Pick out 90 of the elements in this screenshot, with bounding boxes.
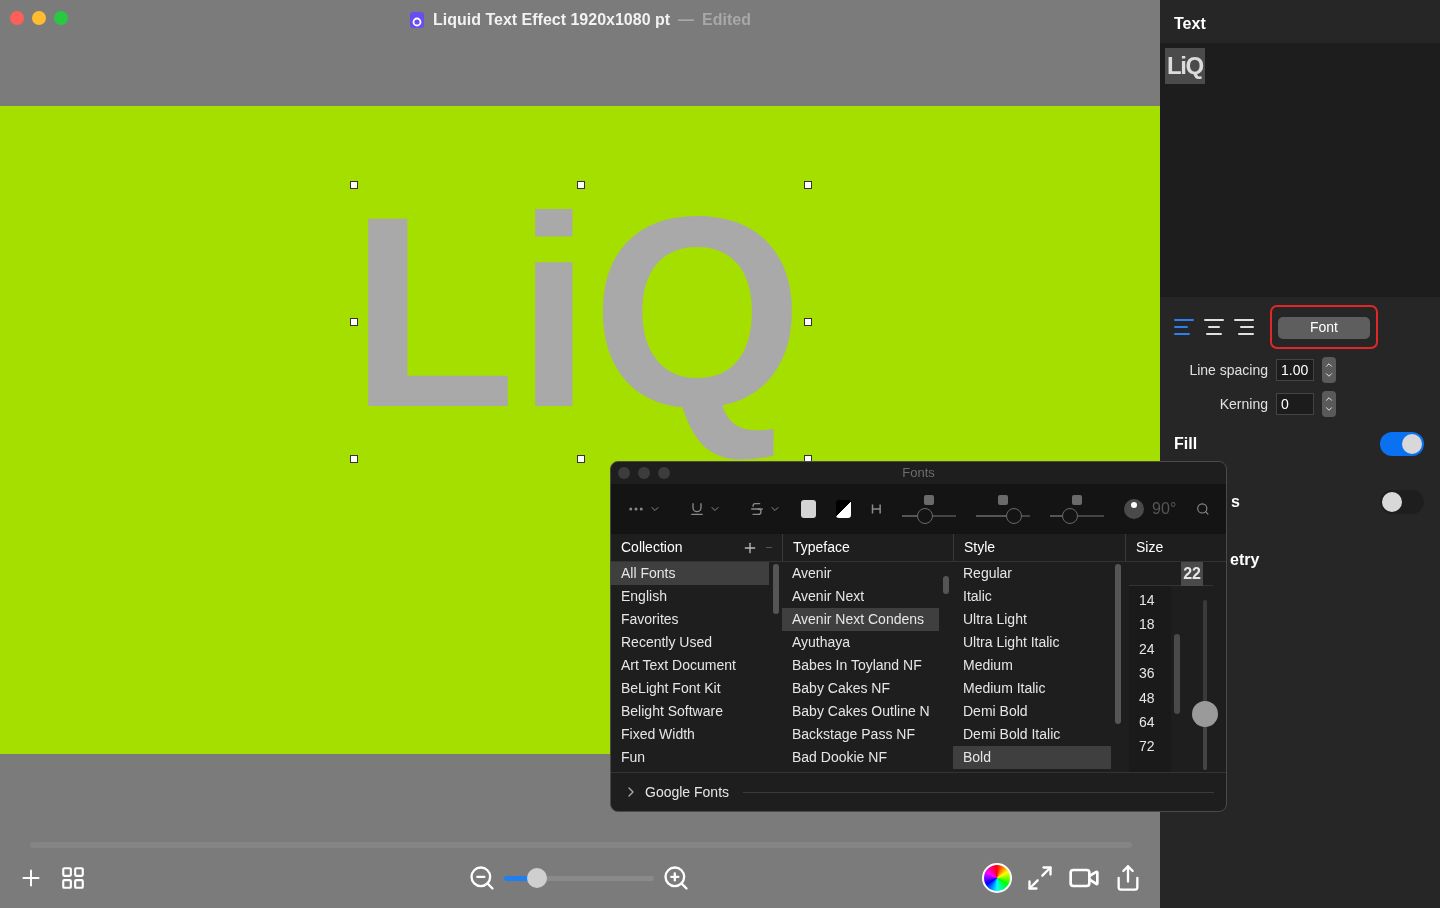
shadow-slider[interactable]: [1050, 508, 1105, 524]
text-color-swatch[interactable]: [801, 500, 817, 518]
field-label: Line spacing: [1189, 360, 1268, 380]
strikethrough-icon[interactable]: [749, 501, 765, 517]
selection-handle[interactable]: [350, 317, 358, 326]
selection-handle[interactable]: [350, 180, 358, 189]
angle-value: 90°: [1152, 499, 1177, 519]
list-item[interactable]: Baby Cakes Outline N: [782, 700, 939, 723]
size-option[interactable]: 36: [1129, 663, 1171, 688]
zoom-in-icon[interactable]: [662, 864, 690, 893]
document-color-swatch[interactable]: [836, 500, 852, 518]
section-label: etry: [1230, 550, 1260, 570]
number-field[interactable]: 0: [1276, 393, 1314, 415]
list-item[interactable]: BeLight Font Kit: [611, 677, 769, 700]
selection-handle[interactable]: [350, 454, 358, 463]
list-item[interactable]: All Fonts: [611, 562, 769, 585]
layout-icon[interactable]: [60, 865, 86, 892]
list-item[interactable]: Fun: [611, 746, 769, 769]
up-icon[interactable]: [1324, 394, 1334, 404]
down-icon[interactable]: [1324, 404, 1334, 414]
list-item[interactable]: Belight Software: [611, 700, 769, 723]
up-icon[interactable]: [1324, 360, 1334, 370]
selection-handle[interactable]: [804, 317, 812, 326]
minimize-button[interactable]: [32, 11, 46, 25]
list-item[interactable]: Bad Dookie NF: [782, 746, 939, 769]
selection-handle[interactable]: [804, 180, 812, 189]
size-option[interactable]: 18: [1129, 614, 1171, 639]
spacing-icon[interactable]: [871, 502, 883, 516]
list-item[interactable]: Regular: [953, 562, 1111, 585]
angle-dial[interactable]: [1124, 499, 1145, 519]
column-header: Style: [964, 538, 996, 557]
list-item[interactable]: Bold: [953, 746, 1111, 769]
list-item[interactable]: Demi Bold: [953, 700, 1111, 723]
font-button[interactable]: Font: [1278, 316, 1370, 339]
list-item[interactable]: Ultra Light: [953, 608, 1111, 631]
list-item[interactable]: Avenir Next: [782, 585, 939, 608]
toggle-switch[interactable]: [1380, 490, 1424, 514]
list-item[interactable]: Medium: [953, 654, 1111, 677]
stepper-button[interactable]: [1322, 357, 1336, 383]
panel-title: Text: [1173, 14, 1207, 34]
list-item[interactable]: Avenir: [782, 562, 939, 585]
shadow-slider[interactable]: [976, 508, 1031, 524]
list-item[interactable]: Fixed Width: [611, 723, 769, 746]
size-option[interactable]: 72: [1129, 736, 1171, 761]
number-field[interactable]: 1.00: [1276, 359, 1314, 381]
window-title: Liquid Text Effect 1920x1080 pt: [433, 10, 671, 30]
document-icon: [409, 11, 425, 29]
size-slider[interactable]: [1191, 600, 1218, 770]
size-field[interactable]: 22: [1129, 562, 1213, 586]
selection-handle[interactable]: [577, 180, 585, 189]
title-separator: —: [678, 10, 695, 30]
list-item[interactable]: Ultra Light Italic: [953, 631, 1111, 654]
list-item[interactable]: Babes In Toyland NF: [782, 654, 939, 677]
size-option[interactable]: 64: [1129, 711, 1171, 737]
size-option[interactable]: 24: [1129, 638, 1171, 664]
section-label: s: [1231, 492, 1240, 512]
section-label: Fill: [1174, 434, 1198, 454]
stepper-button[interactable]: [1322, 391, 1336, 417]
size-option[interactable]: 14: [1129, 590, 1171, 615]
zoom-slider[interactable]: [504, 868, 654, 889]
column-header: Size: [1136, 538, 1164, 557]
text-preview: LiQ: [1165, 48, 1205, 84]
group-label[interactable]: Google Fonts: [645, 781, 730, 803]
list-item[interactable]: Baby Cakes NF: [782, 677, 939, 700]
toggle-switch[interactable]: [1380, 432, 1424, 456]
list-item[interactable]: Ayuthaya: [782, 631, 939, 654]
list-item[interactable]: Avenir Next Condens: [782, 608, 939, 631]
list-item[interactable]: Backstage Pass NF: [782, 723, 939, 746]
list-item[interactable]: Recently Used: [611, 631, 769, 654]
shadow-icon: [997, 494, 1010, 506]
shadow-slider[interactable]: [902, 508, 957, 524]
panel-title: Fonts: [902, 464, 935, 483]
color-wheel-icon[interactable]: [982, 863, 1012, 894]
size-option[interactable]: 48: [1129, 687, 1171, 712]
list-item[interactable]: English: [611, 585, 769, 608]
search-icon[interactable]: [1196, 500, 1210, 518]
shadow-icon: [1071, 494, 1084, 506]
shadow-icon: [923, 494, 936, 506]
column-header: Typeface: [793, 538, 850, 557]
list-item[interactable]: Art Text Document: [611, 654, 769, 677]
zoom-out-icon[interactable]: [468, 864, 496, 893]
down-icon[interactable]: [1324, 370, 1334, 380]
list-item[interactable]: Favorites: [611, 608, 769, 631]
column-header: Collection: [621, 538, 683, 557]
underline-icon[interactable]: [689, 501, 705, 517]
field-label: Kerning: [1219, 394, 1268, 414]
list-item[interactable]: Italic: [953, 585, 1111, 608]
list-item[interactable]: Demi Bold Italic: [953, 723, 1111, 746]
resize-icon[interactable]: [1026, 864, 1054, 893]
list-item[interactable]: Medium Italic: [953, 677, 1111, 700]
